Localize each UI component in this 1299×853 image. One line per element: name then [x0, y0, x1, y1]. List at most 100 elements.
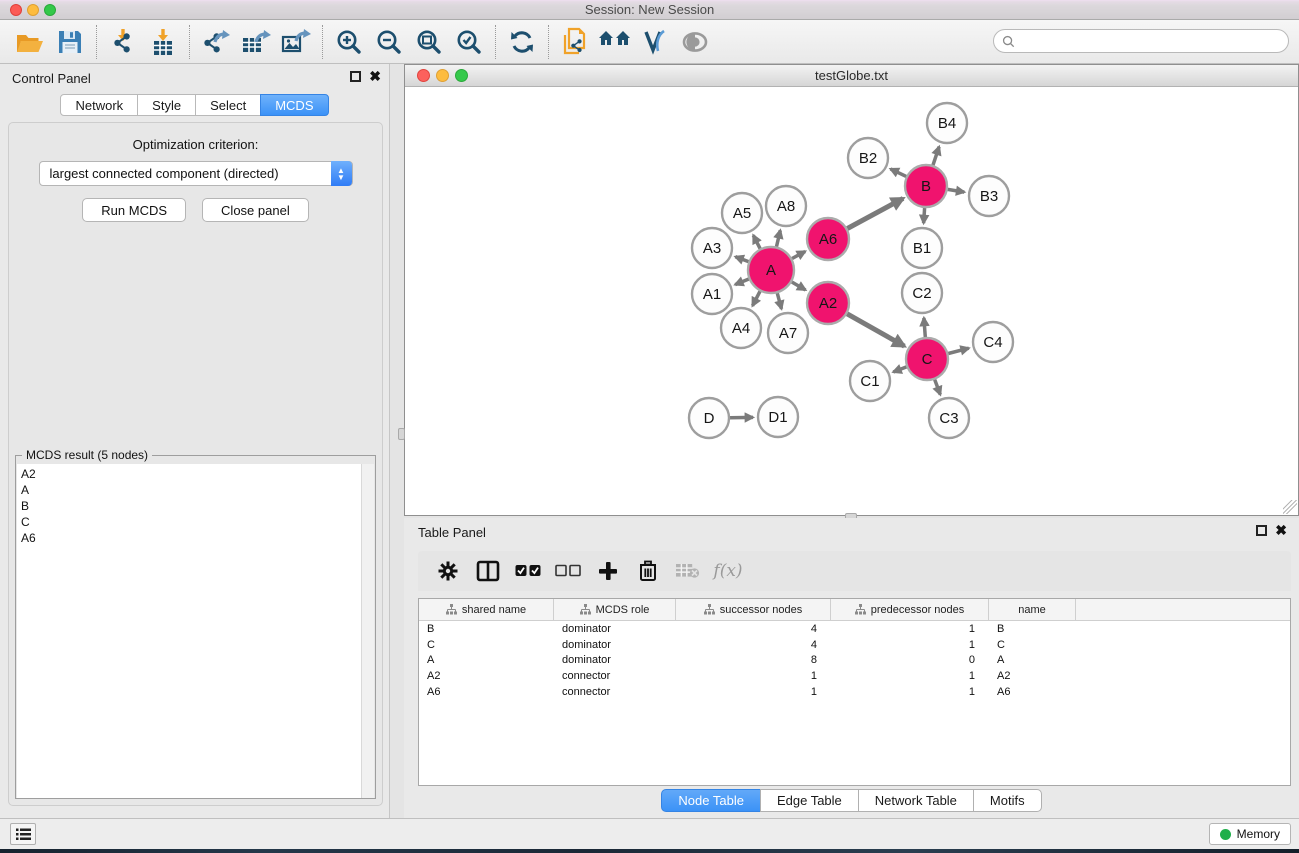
- node-A7[interactable]: A7: [768, 313, 808, 353]
- node-A5[interactable]: A5: [722, 193, 762, 233]
- mcds-result-list[interactable]: A2ABCA6: [17, 464, 362, 798]
- result-item[interactable]: A2: [21, 466, 362, 482]
- table-row[interactable]: Cdominator41C: [419, 637, 1290, 653]
- tab-edge-table[interactable]: Edge Table: [760, 789, 859, 812]
- edge-C-C4[interactable]: [948, 348, 969, 353]
- tab-select[interactable]: Select: [195, 94, 261, 116]
- zoom-in-icon[interactable]: [329, 24, 369, 60]
- search-field[interactable]: [993, 29, 1289, 53]
- edge-A-A6[interactable]: [792, 251, 805, 258]
- zoom-fit-icon[interactable]: [409, 24, 449, 60]
- home-network-icon[interactable]: [595, 24, 635, 60]
- float-table-panel-icon[interactable]: [1256, 525, 1267, 536]
- edge-B-B1[interactable]: [924, 208, 925, 223]
- tab-motifs[interactable]: Motifs: [973, 789, 1042, 812]
- edge-A-A5[interactable]: [753, 235, 760, 248]
- node-B[interactable]: B: [905, 165, 947, 207]
- node-B2[interactable]: B2: [848, 138, 888, 178]
- open-file-icon[interactable]: [10, 24, 50, 60]
- edge-B-B2[interactable]: [891, 169, 907, 177]
- node-A6[interactable]: A6: [807, 218, 849, 260]
- edge-A-A7[interactable]: [777, 293, 781, 309]
- float-panel-icon[interactable]: [350, 71, 361, 82]
- node-A8[interactable]: A8: [766, 186, 806, 226]
- edge-A-A8[interactable]: [777, 230, 781, 246]
- node-A4[interactable]: A4: [721, 308, 761, 348]
- node-A[interactable]: A: [748, 247, 794, 293]
- result-item[interactable]: A6: [21, 530, 362, 546]
- criterion-dropdown[interactable]: largest connected component (directed) ▲…: [39, 161, 353, 186]
- add-column-icon[interactable]: [590, 555, 626, 587]
- export-table-icon[interactable]: [236, 24, 276, 60]
- table-row[interactable]: Adominator80A: [419, 653, 1290, 669]
- node-C3[interactable]: C3: [929, 398, 969, 438]
- node-A2[interactable]: A2: [807, 282, 849, 324]
- task-history-button[interactable]: [10, 823, 36, 845]
- close-panel-button[interactable]: Close panel: [202, 198, 309, 222]
- edge-A-A3[interactable]: [735, 257, 748, 262]
- table-row[interactable]: Bdominator41B: [419, 621, 1290, 637]
- export-network-icon[interactable]: [196, 24, 236, 60]
- edge-A-A4[interactable]: [753, 291, 761, 306]
- zoom-selected-icon[interactable]: [449, 24, 489, 60]
- import-table-icon[interactable]: [143, 24, 183, 60]
- memory-button[interactable]: Memory: [1209, 823, 1291, 845]
- edge-B-B3[interactable]: [948, 189, 965, 192]
- node-C2[interactable]: C2: [902, 273, 942, 313]
- tab-network-table[interactable]: Network Table: [858, 789, 974, 812]
- split-divider-handle-left[interactable]: [398, 428, 405, 440]
- node-A1[interactable]: A1: [692, 274, 732, 314]
- result-scrollbar[interactable]: [361, 464, 374, 798]
- column-header-successor-nodes[interactable]: successor nodes: [676, 599, 831, 620]
- edge-C-C1[interactable]: [893, 367, 906, 372]
- result-item[interactable]: B: [21, 498, 362, 514]
- node-B4[interactable]: B4: [927, 103, 967, 143]
- tab-mcds[interactable]: MCDS: [260, 94, 328, 116]
- edge-A-A1[interactable]: [735, 279, 749, 285]
- table-row[interactable]: A2connector11A2: [419, 668, 1290, 684]
- edge-A6-B[interactable]: [847, 198, 903, 228]
- split-columns-icon[interactable]: [470, 555, 506, 587]
- tab-style[interactable]: Style: [137, 94, 196, 116]
- edge-C-C2[interactable]: [924, 318, 925, 337]
- refresh-icon[interactable]: [502, 24, 542, 60]
- network-graph[interactable]: A A1 A2 A3 A4 A5 A6 A7 A8 B B1 B2 B3B4 C C1 C2 C3C4 D D1: [405, 87, 1298, 515]
- result-item[interactable]: A: [21, 482, 362, 498]
- copy-network-icon[interactable]: [555, 24, 595, 60]
- network-canvas[interactable]: A A1 A2 A3 A4 A5 A6 A7 A8 B B1 B2 B3B4 C C1 C2 C3C4 D D1: [405, 87, 1298, 515]
- save-session-icon[interactable]: [50, 24, 90, 60]
- node-C4[interactable]: C4: [973, 322, 1013, 362]
- column-header-MCDS-role[interactable]: MCDS role: [554, 599, 676, 620]
- eye-icon[interactable]: [675, 24, 715, 60]
- node-B1[interactable]: B1: [902, 228, 942, 268]
- delete-column-icon[interactable]: [630, 555, 666, 587]
- hide-show-icon[interactable]: [635, 24, 675, 60]
- zoom-out-icon[interactable]: [369, 24, 409, 60]
- node-D1[interactable]: D1: [758, 397, 798, 437]
- result-item[interactable]: C: [21, 514, 362, 530]
- node-D[interactable]: D: [689, 398, 729, 438]
- tab-node-table[interactable]: Node Table: [661, 789, 761, 812]
- column-header-predecessor-nodes[interactable]: predecessor nodes: [831, 599, 989, 620]
- node-C1[interactable]: C1: [850, 361, 890, 401]
- edge-C-C3[interactable]: [935, 380, 941, 395]
- node-B3[interactable]: B3: [969, 176, 1009, 216]
- run-mcds-button[interactable]: Run MCDS: [82, 198, 186, 222]
- edge-A-A2[interactable]: [792, 282, 806, 290]
- node-A3[interactable]: A3: [692, 228, 732, 268]
- select-all-icon[interactable]: [510, 555, 546, 587]
- deselect-all-icon[interactable]: [550, 555, 586, 587]
- tab-network[interactable]: Network: [60, 94, 138, 116]
- column-header-name[interactable]: name: [989, 599, 1076, 620]
- gear-icon[interactable]: [430, 555, 466, 587]
- search-input[interactable]: [1019, 34, 1269, 48]
- close-panel-icon[interactable]: ✖: [369, 71, 381, 82]
- window-resize-grip[interactable]: [1283, 500, 1297, 514]
- close-table-panel-icon[interactable]: ✖: [1275, 525, 1287, 536]
- export-image-icon[interactable]: [276, 24, 316, 60]
- edge-A2-C[interactable]: [847, 314, 904, 346]
- network-window-titlebar[interactable]: testGlobe.txt: [405, 65, 1298, 87]
- column-header-shared-name[interactable]: shared name: [419, 599, 554, 620]
- node-C[interactable]: C: [906, 338, 948, 380]
- table-row[interactable]: A6connector11A6: [419, 684, 1290, 700]
